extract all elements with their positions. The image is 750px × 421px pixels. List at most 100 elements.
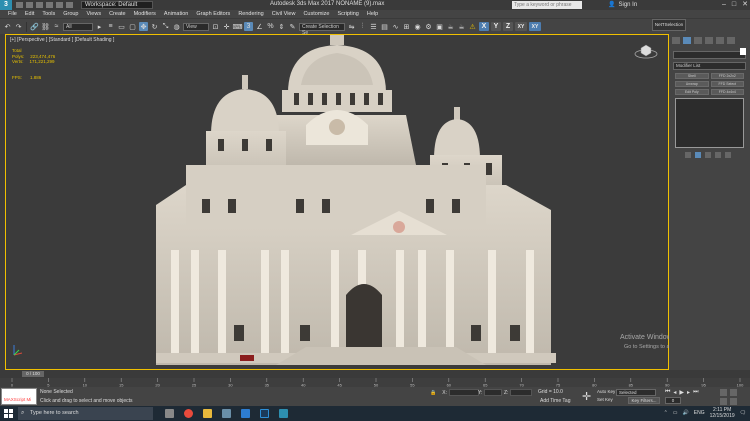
warning-icon[interactable]: ⚠: [468, 22, 477, 31]
new-file-icon[interactable]: [16, 2, 23, 8]
reference-coordinate-dropdown[interactable]: View: [183, 22, 209, 31]
menu-customize[interactable]: Customize: [303, 11, 329, 17]
zoom-icon[interactable]: [720, 389, 727, 396]
modifier-button[interactable]: Unwrap: [675, 81, 709, 87]
manipulate-icon[interactable]: ✛: [222, 22, 231, 31]
spinner-snap-icon[interactable]: ⇕: [277, 22, 286, 31]
clock[interactable]: 2:11 PM 12/15/2019: [710, 407, 735, 419]
menu-help[interactable]: Help: [367, 11, 378, 17]
snaps-toggle-icon[interactable]: 3: [244, 22, 253, 31]
modifier-stack[interactable]: [675, 98, 744, 148]
key-filters-button[interactable]: Key Filters...: [628, 397, 660, 404]
modifier-button[interactable]: FFD Select: [710, 81, 744, 87]
taskbar-search-input[interactable]: ⌕ Type here to search: [18, 407, 153, 420]
set-key-button[interactable]: Set Key: [597, 397, 613, 402]
selection-filter-dropdown[interactable]: All: [63, 22, 93, 31]
select-and-move-icon[interactable]: ✥: [139, 22, 148, 31]
file-explorer-icon[interactable]: [203, 409, 212, 418]
tray-expand-icon[interactable]: ⌃: [664, 410, 668, 416]
z-field[interactable]: [510, 389, 533, 396]
modifier-list-dropdown[interactable]: Modifier List: [673, 62, 746, 70]
minimize-button[interactable]: –: [722, 0, 726, 10]
modifier-button[interactable]: Edit Poly: [675, 89, 709, 95]
save-file-icon[interactable]: [36, 2, 43, 8]
field-of-view-icon[interactable]: [720, 398, 727, 405]
network-icon[interactable]: ▭: [673, 410, 678, 416]
open-file-icon[interactable]: [26, 2, 33, 8]
menu-tools[interactable]: Tools: [42, 11, 55, 17]
selection-set-dropdown[interactable]: Selected: [616, 389, 656, 396]
render-iterative-icon[interactable]: ☕: [457, 22, 466, 31]
edit-named-selection-icon[interactable]: ✎: [288, 22, 297, 31]
menu-graph-editors[interactable]: Graph Editors: [196, 11, 230, 17]
toggle-ribbon-icon[interactable]: ▤: [380, 22, 389, 31]
select-and-scale-icon[interactable]: ⤡: [161, 22, 170, 31]
maxscript-listener[interactable]: MAXScript Mi: [1, 388, 37, 405]
angle-snap-icon[interactable]: ∠: [255, 22, 264, 31]
undo-icon[interactable]: ↶: [3, 22, 12, 31]
redo-icon[interactable]: [56, 2, 63, 8]
render-production-icon[interactable]: ☕: [446, 22, 455, 31]
unlink-icon[interactable]: ⛓: [41, 22, 50, 31]
windows-start-button[interactable]: [4, 408, 14, 419]
menu-edit[interactable]: Edit: [25, 11, 34, 17]
link-icon[interactable]: 🔗: [30, 22, 39, 31]
viewcube-icon[interactable]: [634, 43, 658, 59]
lock-icon[interactable]: 🔒: [430, 390, 436, 396]
modifier-button[interactable]: FFD 2x2x2: [710, 73, 744, 79]
close-button[interactable]: ✕: [742, 0, 748, 10]
x-field[interactable]: [448, 389, 479, 396]
task-view-icon[interactable]: [165, 409, 174, 418]
configure-modifier-sets-icon[interactable]: [725, 152, 731, 158]
language-indicator[interactable]: ENG: [694, 410, 705, 416]
search-input[interactable]: Type a keyword or phrase: [512, 1, 582, 9]
object-color-swatch[interactable]: [740, 48, 746, 55]
mirror-icon[interactable]: ⇋: [347, 22, 356, 31]
pivot-center-icon[interactable]: ⊡: [211, 22, 220, 31]
window-crossing-icon[interactable]: ▢: [128, 22, 137, 31]
perspective-viewport[interactable]: [+] [Perspective ] [Standard ] [Default …: [5, 34, 669, 370]
utilities-tab-icon[interactable]: [727, 37, 735, 44]
keyboard-shortcut-override-icon[interactable]: ⌨: [232, 22, 242, 31]
chrome-icon[interactable]: [184, 409, 193, 418]
photoshop-icon[interactable]: [260, 409, 269, 418]
make-unique-icon[interactable]: [705, 152, 711, 158]
motion-tab-icon[interactable]: [705, 37, 713, 44]
menu-file[interactable]: File: [8, 11, 17, 17]
maximize-button[interactable]: □: [732, 0, 736, 10]
track-bar[interactable]: 0 5 10 15 20 25 30 35 40 45 50 55 60 65 70 75 80 85 90 95 10…: [0, 378, 750, 387]
add-time-tag[interactable]: Add Time Tag: [540, 398, 570, 404]
modify-tab-icon[interactable]: [683, 37, 691, 44]
modifier-button[interactable]: Shell: [675, 73, 709, 79]
menu-civil-view[interactable]: Civil View: [272, 11, 296, 17]
current-frame-field[interactable]: 0: [665, 397, 681, 404]
named-selection-set-dropdown[interactable]: Create Selection Se: [299, 22, 345, 36]
add-key-icon[interactable]: ✛: [582, 390, 591, 403]
y-field[interactable]: [484, 389, 503, 396]
redo-icon[interactable]: ↷: [14, 22, 23, 31]
notifications-icon[interactable]: 🗨: [740, 410, 746, 416]
next-frame-icon[interactable]: ▸: [687, 389, 690, 396]
3dsmax-icon[interactable]: [279, 409, 288, 418]
material-editor-icon[interactable]: ◉: [413, 22, 422, 31]
layer-explorer-icon[interactable]: ☰: [369, 22, 378, 31]
axis-xyz-button[interactable]: XY: [529, 22, 541, 31]
show-end-result-icon[interactable]: [695, 152, 701, 158]
align-icon[interactable]: ⫶: [358, 22, 367, 31]
auto-key-button[interactable]: Auto Key: [597, 389, 615, 394]
play-icon[interactable]: ▶: [679, 389, 684, 396]
display-tab-icon[interactable]: [716, 37, 724, 44]
edge-icon[interactable]: [241, 409, 250, 418]
menu-create[interactable]: Create: [109, 11, 126, 17]
time-slider[interactable]: 0 / 100: [0, 370, 750, 378]
viewport-label[interactable]: [+] [Perspective ] [Standard ] [Default …: [10, 37, 114, 43]
orbit-icon[interactable]: [730, 398, 737, 405]
rectangular-selection-icon[interactable]: ▭: [117, 22, 126, 31]
hierarchy-tab-icon[interactable]: [694, 37, 702, 44]
project-folder-icon[interactable]: [66, 2, 73, 8]
curve-editor-icon[interactable]: ∿: [391, 22, 400, 31]
remove-modifier-icon[interactable]: [715, 152, 721, 158]
select-and-rotate-icon[interactable]: ↻: [150, 22, 159, 31]
undo-icon[interactable]: [46, 2, 53, 8]
sign-in-button[interactable]: 👤 Sign In: [608, 1, 637, 9]
